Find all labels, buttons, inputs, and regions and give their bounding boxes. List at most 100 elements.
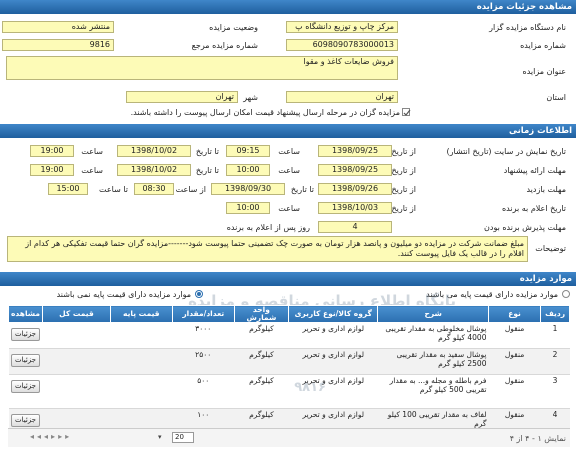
radio-no-base-price-label: موارد مزایده دارای قیمت پایه نمی باشند bbox=[56, 290, 191, 299]
visit-from-date-field: 1398/09/26 bbox=[318, 183, 392, 195]
section-items-header: موارد مزایده bbox=[0, 272, 576, 286]
ref-number-field: 9816 bbox=[2, 39, 114, 51]
details-button[interactable]: جزئیات bbox=[11, 354, 41, 367]
province-field: تهران bbox=[286, 91, 398, 103]
display-from-date-field: 1398/09/25 bbox=[318, 145, 392, 157]
cell-group: لوازم اداری و تحریر bbox=[288, 322, 378, 349]
col-base-price: قیمت پایه bbox=[109, 305, 173, 323]
announce-time-label: ساعت bbox=[278, 204, 300, 213]
cell-type: منقول bbox=[488, 348, 541, 375]
winner-acceptance-label: مهلت پذیرش برنده بودن bbox=[484, 223, 566, 232]
province-label: استان bbox=[546, 93, 566, 102]
display-from-date-label: از تاریخ bbox=[391, 147, 416, 156]
cell-description: پوشال سفید به مقدار تقریبی 2500 کیلو گرم bbox=[377, 348, 489, 375]
number-label: شماره مزایده bbox=[520, 41, 566, 50]
display-to-date-field: 1398/10/02 bbox=[117, 145, 191, 157]
cell-view: جزئیات bbox=[8, 322, 43, 349]
subject-label: عنوان مزایده bbox=[522, 67, 567, 76]
cell-row: 3 bbox=[540, 374, 570, 409]
announce-date-label: تاریخ اعلام به برنده bbox=[501, 204, 566, 213]
items-table: ردیف نوع شرح گروه کالا/نوع کاربری واحد ش… bbox=[7, 305, 570, 435]
cell-view: جزئیات bbox=[8, 374, 43, 409]
col-unit: واحد شمارش bbox=[233, 305, 290, 323]
display-from-time-label: ساعت bbox=[278, 147, 300, 156]
details-button[interactable]: جزئیات bbox=[11, 328, 41, 341]
checkmark-icon bbox=[403, 109, 411, 116]
cell-total-price bbox=[42, 374, 111, 409]
cell-unit: کیلوگرم bbox=[234, 322, 289, 349]
page-size-value: 20 bbox=[175, 433, 184, 441]
announce-time-field: 10:00 bbox=[226, 202, 270, 214]
cell-total-price bbox=[42, 348, 111, 375]
table-row: 1 منقول پوشال مخلوطی به مقدار تقریبی 400… bbox=[8, 322, 570, 349]
cell-total-price bbox=[42, 322, 111, 349]
offer-from-time-field: 10:00 bbox=[226, 164, 270, 176]
city-field: تهران bbox=[126, 91, 238, 103]
offer-from-date-field: 1398/09/25 bbox=[318, 164, 392, 176]
visit-from-date-label: از تاریخ bbox=[391, 185, 416, 194]
city-label: شهر bbox=[243, 93, 258, 102]
cell-unit: کیلوگرم bbox=[234, 348, 289, 375]
visit-to-time-label: تا ساعت bbox=[99, 185, 128, 194]
number-field: 6098090783000013 bbox=[286, 39, 398, 51]
visit-to-date-label: تا تاریخ bbox=[290, 185, 314, 194]
attachment-checkbox-label: مزایده گزان در مرحله ارسال پیشنهاد قیمت … bbox=[130, 108, 400, 117]
winner-days-field: 4 bbox=[318, 221, 392, 233]
offer-from-date-label: از تاریخ bbox=[391, 166, 416, 175]
col-view: مشاهده bbox=[7, 305, 44, 323]
cell-quantity: ۵۰۰ bbox=[172, 374, 235, 409]
status-label: وضعیت مزایده bbox=[209, 23, 258, 32]
offer-to-date-label: تا تاریخ bbox=[195, 166, 219, 175]
cell-description: فرم باطله و مجله و... به مقدار تقریبی 50… bbox=[377, 374, 489, 409]
table-row: 3 منقول فرم باطله و مجله و... به مقدار ت… bbox=[8, 374, 570, 409]
col-group: گروه کالا/نوع کاربری bbox=[288, 305, 379, 323]
section-time-header: اطلاعات زمانی bbox=[0, 124, 576, 138]
ref-number-label: شماره مزایده مرجع bbox=[191, 41, 258, 50]
visit-from-time-field: 08:30 bbox=[134, 183, 174, 195]
winner-days-suffix: روز پس از اعلام به برنده bbox=[226, 223, 310, 232]
org-field: مرکز چاپ و توزیع دانشگاه پ bbox=[286, 21, 398, 33]
visit-to-date-field: 1398/09/30 bbox=[211, 183, 285, 195]
offer-to-date-field: 1398/10/02 bbox=[117, 164, 191, 176]
cell-base-price bbox=[110, 374, 173, 409]
col-total-price: قیمت کل bbox=[42, 305, 111, 323]
display-to-time-field: 19:00 bbox=[30, 145, 74, 157]
page-size-select[interactable]: 20 bbox=[172, 432, 194, 443]
status-field: منتشر شده bbox=[2, 21, 114, 33]
table-row: 2 منقول پوشال سفید به مقدار تقریبی 2500 … bbox=[8, 348, 570, 375]
announce-from-date-label: از تاریخ bbox=[391, 204, 416, 213]
visit-deadline-label: مهلت بازدید bbox=[526, 185, 566, 194]
cell-view: جزئیات bbox=[8, 348, 43, 375]
watermark-number: ۹۸۱۶ bbox=[294, 380, 326, 395]
description-field: مبلغ ضمانت شرکت در مزایده دو میلیون و پا… bbox=[7, 236, 528, 262]
col-type: نوع bbox=[487, 305, 542, 323]
visit-from-time-label: از ساعت bbox=[175, 185, 206, 194]
announce-date-field: 1398/10/03 bbox=[318, 202, 392, 214]
description-label: توضیحات bbox=[535, 244, 566, 253]
cell-type: منقول bbox=[488, 374, 541, 409]
pager-bar bbox=[8, 428, 570, 447]
subject-field: فروش ضایعات کاغذ و مقوا bbox=[6, 56, 398, 80]
display-to-time-label: ساعت bbox=[81, 147, 103, 156]
offer-from-time-label: ساعت bbox=[278, 166, 300, 175]
display-to-date-label: تا تاریخ bbox=[195, 147, 219, 156]
col-row: ردیف bbox=[540, 305, 570, 323]
cell-description: پوشال مخلوطی به مقدار تقریبی 4000 کیلو گ… bbox=[377, 322, 489, 349]
org-label: نام دستگاه مزایده گزار bbox=[489, 23, 566, 32]
table-header-row: ردیف نوع شرح گروه کالا/نوع کاربری واحد ش… bbox=[7, 305, 570, 323]
details-button[interactable]: جزئیات bbox=[11, 380, 41, 393]
offer-to-time-field: 19:00 bbox=[30, 164, 74, 176]
display-date-label: تاریخ نمایش در سایت (تاریخ انتشار) bbox=[446, 147, 566, 156]
offer-to-time-label: ساعت bbox=[81, 166, 103, 175]
cell-row: 1 bbox=[540, 322, 570, 349]
pager-nav-icons[interactable]: ◂◂◂▸▸▸ bbox=[30, 432, 72, 441]
attachment-checkbox[interactable] bbox=[402, 108, 411, 116]
offer-deadline-label: مهلت ارائه پیشنهاد bbox=[503, 166, 566, 175]
cell-quantity: ۲۵۰۰ bbox=[172, 348, 235, 375]
section-details-header: مشاهده جزئیات مزایده bbox=[0, 0, 576, 14]
details-button[interactable]: جزئیات bbox=[11, 414, 41, 427]
col-description: شرح bbox=[377, 305, 489, 323]
radio-has-base-price[interactable] bbox=[562, 290, 570, 298]
cell-group: لوازم اداری و تحریر bbox=[288, 348, 378, 375]
cell-type: منقول bbox=[488, 322, 541, 349]
